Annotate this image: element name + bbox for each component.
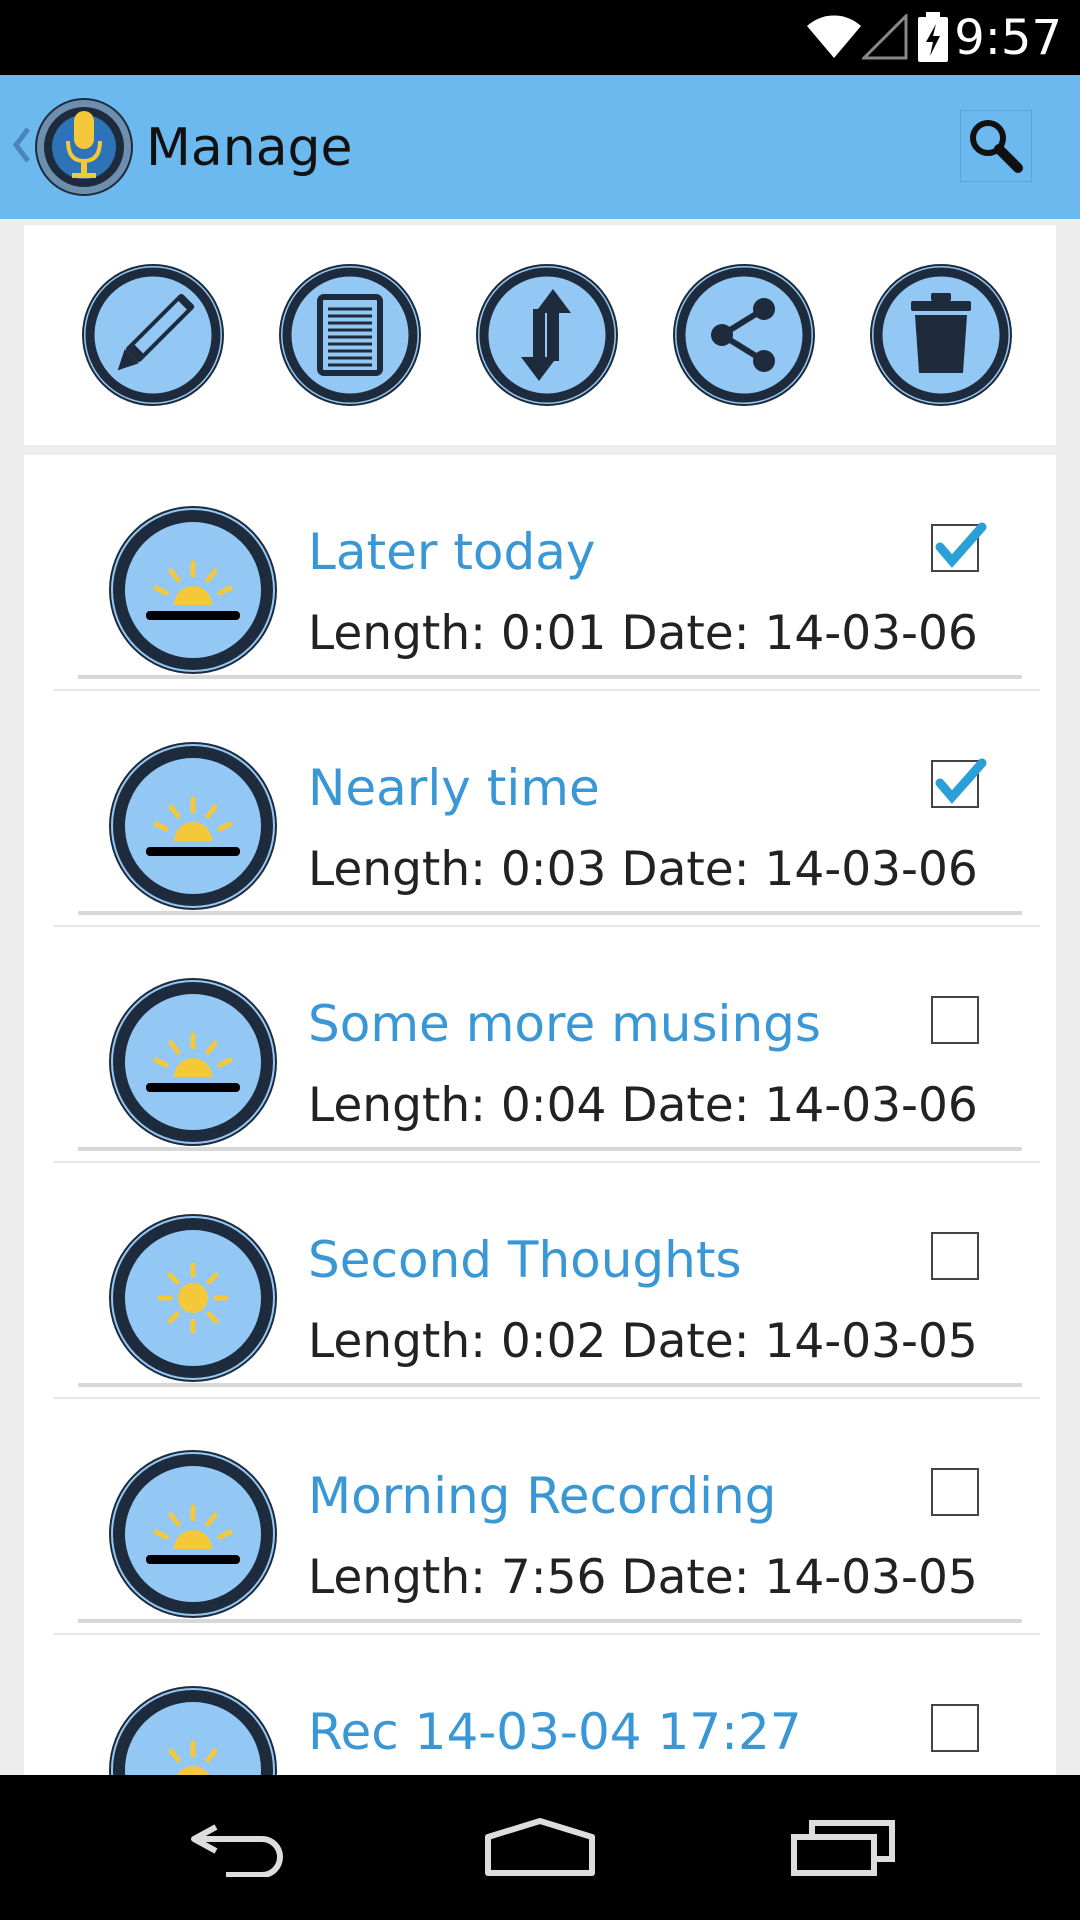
divider (78, 1147, 1022, 1151)
recording-title: Rec 14-03-04 17:27 (308, 1703, 802, 1761)
sunrise-icon (109, 1686, 277, 1775)
up-down-arrows-icon[interactable] (475, 263, 619, 407)
page-title: Manage (146, 118, 353, 178)
pencil-icon[interactable] (81, 263, 225, 407)
checkbox-unchecked[interactable] (930, 1467, 980, 1517)
recording-meta: Length: 7:56 Date: 14-03-05 (308, 1550, 978, 1605)
sun-icon (109, 1214, 277, 1382)
battery-charging-icon (918, 12, 948, 62)
sunrise-icon (109, 742, 277, 910)
trash-icon[interactable] (869, 263, 1013, 407)
share-icon[interactable] (672, 263, 816, 407)
divider (78, 1619, 1022, 1623)
search-icon (970, 120, 1023, 173)
microphone-logo-icon[interactable] (34, 97, 134, 197)
status-time: 9:57 (954, 10, 1062, 66)
checkbox-unchecked[interactable] (930, 995, 980, 1045)
recording-meta: Length: 0:01 Date: 14-03-06 (308, 606, 978, 661)
list-item[interactable]: Morning Recording Length: 7:56 Date: 14-… (54, 1399, 1040, 1635)
recording-title: Morning Recording (308, 1467, 777, 1525)
recents-icon[interactable] (790, 1817, 896, 1877)
checkbox-unchecked[interactable] (930, 1231, 980, 1281)
list-item[interactable]: Some more musings Length: 0:04 Date: 14-… (54, 927, 1040, 1163)
up-caret-icon[interactable] (10, 115, 32, 175)
checkbox-checked[interactable] (930, 758, 987, 809)
divider (78, 675, 1022, 679)
recording-title: Later today (308, 523, 596, 581)
cell-signal-icon (862, 14, 908, 60)
divider (78, 911, 1022, 915)
document-icon[interactable] (278, 263, 422, 407)
sunrise-icon (109, 1450, 277, 1618)
recording-title: Nearly time (308, 759, 600, 817)
home-icon[interactable] (484, 1817, 596, 1877)
action-bar: Manage (0, 75, 1080, 219)
navigation-bar (0, 1775, 1080, 1920)
list-item[interactable]: Second Thoughts Length: 0:02 Date: 14-03… (54, 1163, 1040, 1399)
list-item[interactable]: Nearly time Length: 0:03 Date: 14-03-06 (54, 691, 1040, 927)
checkbox-checked[interactable] (930, 522, 987, 573)
recording-title: Second Thoughts (308, 1231, 742, 1289)
divider (78, 1383, 1022, 1387)
recording-title: Some more musings (308, 995, 821, 1053)
recording-meta: Length: 0:02 Date: 14-03-05 (308, 1314, 978, 1369)
checkbox-unchecked[interactable] (930, 1703, 980, 1753)
recording-meta: Length: 0:03 Date: 14-03-06 (308, 842, 978, 897)
recording-meta: Length: 0:04 Date: 14-03-06 (308, 1078, 978, 1133)
search-button[interactable] (960, 110, 1032, 182)
wifi-icon (807, 15, 861, 58)
recordings-list: Later today Length: 0:01 Date: 14-03-06 … (24, 455, 1056, 1775)
action-toolbar (24, 225, 1056, 445)
back-icon[interactable] (186, 1817, 290, 1877)
list-item[interactable]: Rec 14-03-04 17:27 (54, 1635, 1040, 1775)
list-item[interactable]: Later today Length: 0:01 Date: 14-03-06 (54, 455, 1040, 691)
status-bar: 9:57 (0, 0, 1080, 75)
sunrise-icon (109, 506, 277, 674)
sunrise-icon (109, 978, 277, 1146)
